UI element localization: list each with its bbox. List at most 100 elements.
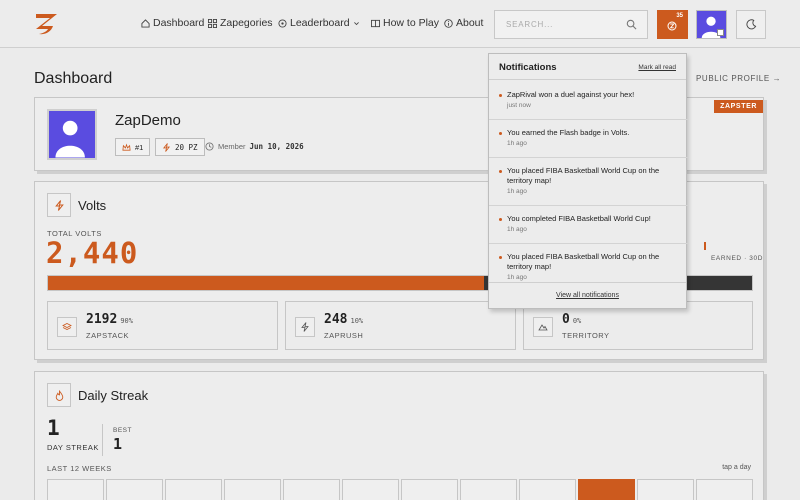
user-avatar-icon (55, 120, 85, 158)
nav-label: How to Play (383, 17, 440, 29)
map-icon (538, 324, 548, 331)
chevron-down-icon (353, 21, 359, 25)
notification-item[interactable]: You placed FIBA Basketball World Cup on … (489, 158, 688, 206)
volts-progress-fill (48, 276, 485, 290)
bolt-icon-box (295, 317, 315, 337)
top-header: Dashboard Zapegories Leaderboard How to … (0, 0, 800, 48)
weeks-label: LAST 12 WEEKS (47, 464, 112, 473)
unread-dot (499, 256, 502, 259)
week-cell[interactable] (637, 479, 694, 500)
search-input[interactable] (495, 11, 623, 38)
week-cell[interactable] (460, 479, 517, 500)
stat-value: 0 0% (562, 312, 581, 327)
theme-toggle-button[interactable] (736, 10, 766, 39)
mark-all-read-link[interactable]: Mark all read (638, 64, 676, 71)
notification-message: You earned the Flash badge in Volts. (507, 128, 630, 137)
nav-zapegories[interactable]: Zapegories (208, 17, 273, 29)
page-title: Dashboard (34, 70, 113, 87)
nav-leaderboard[interactable]: Leaderboard (278, 17, 360, 29)
unread-dot (499, 170, 502, 173)
week-cell[interactable] (224, 479, 281, 500)
nav-label: Leaderboard (290, 17, 350, 29)
streak-icon-box (47, 383, 71, 407)
zap-icon (667, 21, 677, 31)
notification-time: 1h ago (507, 226, 527, 233)
stat-label: ZAPRUSH (324, 331, 364, 340)
stat-value: 248 10% (324, 312, 363, 327)
week-cell[interactable] (578, 479, 635, 500)
rank-chip: #1 (115, 138, 151, 156)
notification-message: ZapRival won a duel against your hex! (507, 90, 635, 99)
member-date: Jun 10, 2026 (249, 142, 304, 151)
week-cell[interactable] (47, 479, 104, 500)
home-icon (141, 18, 150, 28)
nav-label: About (456, 17, 484, 29)
username: ZapDemo (115, 112, 181, 129)
best-label: BEST (113, 427, 132, 434)
stat-number: 0 (562, 312, 570, 327)
week-grid (47, 479, 753, 500)
notifications-title: Notifications (499, 62, 557, 73)
member-since: Member Jun 10, 2026 (205, 142, 304, 151)
stat-zaprush[interactable]: 248 10% ZAPRUSH (285, 301, 516, 350)
stat-number: 248 (324, 312, 348, 327)
search-icon[interactable] (626, 19, 637, 30)
volts-title: Volts (78, 198, 107, 213)
notification-item[interactable]: You earned the Flash badge in Volts. 1h … (489, 120, 688, 158)
bolt-icon (301, 322, 309, 332)
zapster-badge: ZAPSTER (714, 100, 763, 113)
notification-message: You placed FIBA Basketball World Cup on … (507, 252, 660, 271)
notification-time: 1h ago (507, 274, 527, 281)
week-cell[interactable] (106, 479, 163, 500)
week-cell[interactable] (696, 479, 753, 500)
unread-dot (499, 132, 502, 135)
stack-icon (62, 323, 72, 330)
member-label: Member (218, 142, 246, 151)
notification-time: just now (507, 102, 531, 109)
chevron-down-icon (717, 29, 724, 36)
streak-label: DAY STREAK (47, 443, 99, 452)
bolt-icon (55, 200, 64, 211)
user-menu-button[interactable] (696, 10, 727, 39)
tap-hint: tap a day (722, 464, 751, 471)
stat-label: ZAPSTACK (86, 331, 130, 340)
nav-label: Dashboard (153, 17, 205, 29)
stat-number: 2192 (86, 312, 118, 327)
week-cell[interactable] (519, 479, 576, 500)
zap-logo-icon[interactable] (33, 10, 61, 38)
unread-dot (499, 94, 502, 97)
week-cell[interactable] (401, 479, 458, 500)
streak-value: 1 (47, 416, 60, 440)
info-icon (444, 18, 453, 28)
notifications-button[interactable]: 35 (657, 10, 688, 39)
week-cell[interactable] (283, 479, 340, 500)
daily-streak-card: Daily Streak 1 DAY STREAK BEST 1 LAST 12… (34, 371, 764, 500)
streak-divider (102, 424, 103, 456)
notifications-footer: View all notifications (489, 282, 686, 308)
crown-icon (122, 143, 131, 151)
nav-dashboard[interactable]: Dashboard (141, 17, 204, 29)
nav-label: Zapegories (220, 17, 273, 29)
nav-how-to-play[interactable]: How to Play (371, 17, 439, 29)
week-cell[interactable] (342, 479, 399, 500)
grid-icon (208, 18, 217, 28)
notifications-dropdown: Notifications Mark all read ZapRival won… (488, 53, 688, 309)
nav-about[interactable]: About (444, 17, 483, 29)
week-cell[interactable] (165, 479, 222, 500)
bolt-icon (162, 142, 171, 152)
flame-icon (55, 390, 64, 401)
view-all-notifications-link[interactable]: View all notifications (556, 292, 619, 299)
rank-value: #1 (135, 142, 144, 152)
notification-time: 1h ago (507, 140, 527, 147)
notification-message: You placed FIBA Basketball World Cup on … (507, 166, 660, 185)
notification-item[interactable]: You placed FIBA Basketball World Cup on … (489, 244, 688, 282)
notification-item[interactable]: You completed FIBA Basketball World Cup!… (489, 206, 688, 244)
notifications-header: Notifications Mark all read (489, 54, 686, 80)
stack-icon-box (57, 317, 77, 337)
notification-item[interactable]: ZapRival won a duel against your hex! ju… (489, 82, 688, 120)
trophy-icon (278, 18, 287, 28)
public-profile-link[interactable]: PUBLIC PROFILE → (696, 74, 781, 83)
clock-icon (205, 142, 214, 151)
unread-dot (499, 218, 502, 221)
stat-zapstack[interactable]: 2192 90% ZAPSTACK (47, 301, 278, 350)
